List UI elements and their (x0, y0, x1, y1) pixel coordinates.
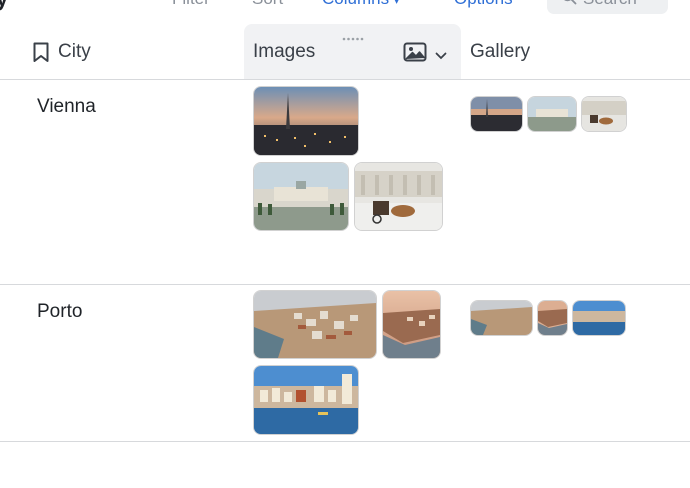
row-divider (0, 441, 690, 442)
image-thumbnail-palace[interactable] (254, 163, 348, 230)
column-header-images-label: Images (253, 41, 316, 62)
city-cell: Vienna (37, 96, 96, 117)
columns-label: Columns (322, 0, 389, 8)
toolbar: y Filter Sort Columns ▾ Options Search (0, 0, 690, 16)
image-thumbnail-porto-sunset[interactable] (383, 291, 440, 358)
gallery-thumbnail-palace[interactable] (528, 97, 576, 131)
search-input[interactable]: Search (547, 0, 668, 14)
image-thumbnail-carriage[interactable] (355, 163, 442, 230)
page-title: y (0, 0, 8, 10)
column-header-gallery-label: Gallery (470, 41, 531, 62)
image-thumbnail-porto-river[interactable] (254, 291, 376, 358)
options-button[interactable]: Options (454, 0, 513, 10)
table-row[interactable]: Porto (0, 285, 690, 441)
gallery-thumbnail-porto-river[interactable] (471, 301, 532, 335)
column-header-gallery[interactable]: Gallery (470, 24, 530, 80)
filter-button[interactable]: Filter (172, 0, 210, 10)
image-thumbnail-cathedral-dusk[interactable] (254, 87, 358, 155)
column-header-city-label: City (58, 41, 91, 62)
drag-handle-icon[interactable] (342, 26, 364, 41)
bookmark-icon (32, 41, 50, 63)
gallery-thumbnail-carriage[interactable] (582, 97, 626, 131)
table-row[interactable]: Vienna (0, 80, 690, 284)
chevron-down-icon (435, 44, 447, 66)
column-header-city[interactable]: City (32, 24, 91, 80)
image-thumbnail-porto-riverside[interactable] (254, 366, 358, 434)
image-icon (403, 42, 427, 68)
table-header: City Images Gallery (0, 24, 690, 80)
columns-button[interactable]: Columns ▾ (322, 0, 399, 12)
column-header-images[interactable]: Images (244, 24, 461, 80)
chevron-down-icon: ▾ (393, 0, 400, 7)
sort-button[interactable]: Sort (252, 0, 283, 10)
search-icon (561, 0, 577, 13)
column-type-dropdown[interactable] (403, 42, 447, 68)
city-cell: Porto (37, 301, 83, 322)
gallery-thumbnail-porto-sunset[interactable] (538, 301, 567, 335)
gallery-thumbnail-cathedral-dusk[interactable] (471, 97, 522, 131)
gallery-thumbnail-porto-riverside[interactable] (573, 301, 625, 335)
search-placeholder: Search (583, 0, 637, 8)
